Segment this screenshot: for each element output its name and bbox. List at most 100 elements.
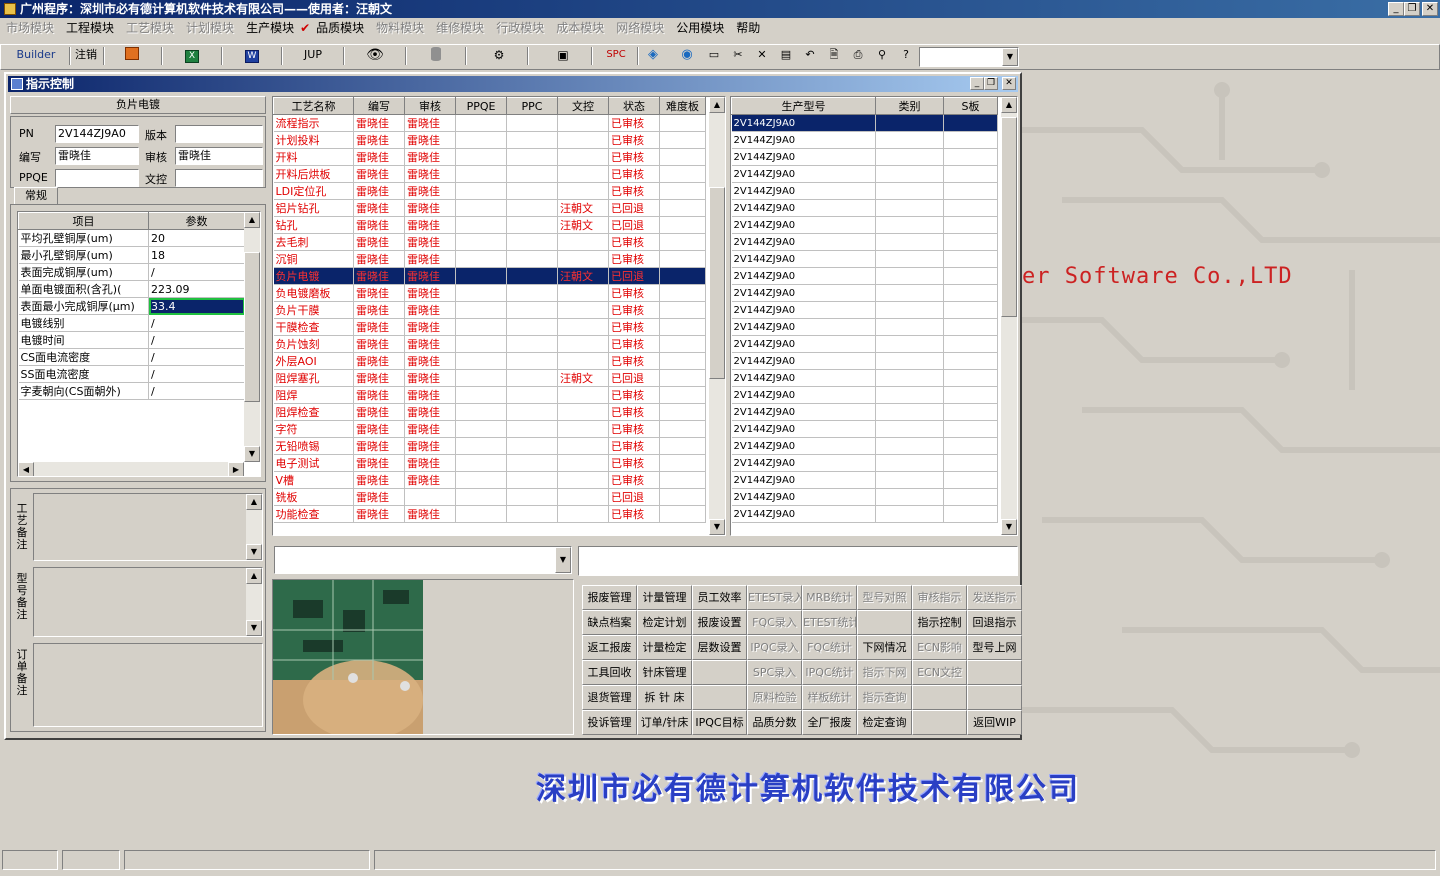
table-row[interactable]: 2V144ZJ9A0 (731, 199, 998, 217)
function-button[interactable]: IPQC录入 (747, 635, 802, 660)
param-header-value[interactable]: 参数 (148, 212, 245, 230)
param-value[interactable]: / (148, 263, 245, 281)
function-button[interactable]: IPQC统计 (802, 660, 857, 685)
param-header-item[interactable]: 项目 (18, 212, 149, 230)
function-button[interactable]: 检定计划 (637, 610, 692, 635)
message-field[interactable] (578, 546, 1018, 576)
table-row[interactable]: 2V144ZJ9A0 (731, 267, 998, 285)
scroll-up-icon[interactable]: ▲ (244, 212, 260, 228)
param-row[interactable]: SS面电流密度 / (18, 365, 245, 383)
param-row[interactable]: 表面最小完成铜厚(μm) 33.4 (18, 297, 245, 315)
function-button[interactable]: 工具回收 (582, 660, 637, 685)
minimize-button[interactable]: _ (1388, 2, 1404, 16)
table-row[interactable]: V槽 雷晓佳 雷晓佳 已审核 (273, 471, 706, 489)
table-row[interactable]: 去毛刺 雷晓佳 雷晓佳 已审核 (273, 233, 706, 251)
preview-icon[interactable]: 🗎 (825, 45, 843, 67)
table-row[interactable]: 2V144ZJ9A0 (731, 352, 998, 370)
table-row[interactable]: 铣板 雷晓佳 已回退 (273, 488, 706, 506)
param-row[interactable]: 单面电镀面积(含孔)(223.09 (18, 280, 245, 298)
order-note-field[interactable] (33, 643, 263, 727)
cube-icon[interactable]: ◈ (643, 45, 663, 67)
param-value[interactable]: / (148, 331, 245, 349)
process-header-4[interactable]: PPC (506, 97, 558, 115)
function-button[interactable] (857, 610, 912, 635)
function-button[interactable]: 报废设置 (692, 610, 747, 635)
function-button[interactable]: 报废管理 (582, 585, 637, 610)
process-header-7[interactable]: 难度板 (659, 97, 706, 115)
function-button[interactable]: 指示查询 (857, 685, 912, 710)
table-row[interactable]: 字符 雷晓佳 雷晓佳 已审核 (273, 420, 706, 438)
param-row[interactable]: CS面电流密度 / (18, 348, 245, 366)
network-icon[interactable]: ⚙ (489, 45, 509, 67)
function-button[interactable]: 下网情况 (857, 635, 912, 660)
param-row[interactable]: 平均孔壁铜厚(um) 20 (18, 229, 245, 247)
function-button[interactable]: 指示下网 (857, 660, 912, 685)
function-button[interactable]: ETEST录入 (747, 585, 802, 610)
function-button[interactable]: 发送指示 (967, 585, 1022, 610)
table-row[interactable]: 铝片钻孔 雷晓佳 雷晓佳 汪朝文 已回退 (273, 199, 706, 217)
table-row[interactable]: 负片干膜 雷晓佳 雷晓佳 已审核 (273, 301, 706, 319)
new-icon[interactable]: ▭ (705, 45, 723, 67)
function-button[interactable]: SPC录入 (747, 660, 802, 685)
table-row[interactable]: 2V144ZJ9A0 (731, 233, 998, 251)
table-row[interactable]: 2V144ZJ9A0 (731, 114, 998, 132)
jup-button[interactable]: JUP (299, 45, 327, 67)
function-button[interactable]: 员工效率 (692, 585, 747, 610)
scroll-down-icon[interactable]: ▼ (1001, 519, 1017, 535)
logout-button[interactable]: 注销 (71, 45, 101, 67)
param-value[interactable]: 33.4 (148, 297, 245, 315)
chevron-down-icon[interactable]: ▼ (555, 547, 571, 573)
function-button[interactable]: 回退指示 (967, 610, 1022, 635)
table-row[interactable]: 2V144ZJ9A0 (731, 488, 998, 506)
table-row[interactable]: 2V144ZJ9A0 (731, 250, 998, 268)
menu-item-9[interactable]: 行政模块 (496, 21, 544, 35)
table-row[interactable]: 2V144ZJ9A0 (731, 318, 998, 336)
function-button[interactable]: IPQC目标 (692, 710, 747, 735)
window-minimize-button[interactable]: _ (970, 77, 984, 90)
process-header-2[interactable]: 审核 (404, 97, 456, 115)
function-button[interactable] (912, 710, 967, 735)
menu-item-5[interactable]: ✔ (300, 21, 310, 35)
table-row[interactable]: 电子测试 雷晓佳 雷晓佳 已审核 (273, 454, 706, 472)
scroll-up-icon[interactable]: ▲ (709, 97, 725, 113)
process-note-field[interactable]: ▲ ▼ (33, 493, 263, 561)
model-header-2[interactable]: S板 (943, 97, 998, 115)
function-button[interactable] (692, 685, 747, 710)
menu-item-0[interactable]: 市场模块 (6, 21, 54, 35)
window-close-button[interactable]: ✕ (1002, 77, 1016, 90)
param-value[interactable]: / (148, 365, 245, 383)
process-header-0[interactable]: 工艺名称 (273, 97, 354, 115)
function-button[interactable]: 返工报废 (582, 635, 637, 660)
table-row[interactable]: 阻焊检查 雷晓佳 雷晓佳 已审核 (273, 403, 706, 421)
function-button[interactable] (967, 660, 1022, 685)
excel-icon[interactable]: X (183, 45, 201, 67)
function-button[interactable]: 原料检验 (747, 685, 802, 710)
table-row[interactable]: 2V144ZJ9A0 (731, 148, 998, 166)
table-row[interactable]: 开料后烘板 雷晓佳 雷晓佳 已审核 (273, 165, 706, 183)
table-row[interactable]: 干膜检查 雷晓佳 雷晓佳 已审核 (273, 318, 706, 336)
function-button[interactable]: ECN影响 (912, 635, 967, 660)
table-row[interactable]: 流程指示 雷晓佳 雷晓佳 已审核 (273, 114, 706, 132)
param-value[interactable]: 223.09 (148, 280, 245, 298)
table-row[interactable]: 外层AOI 雷晓佳 雷晓佳 已审核 (273, 352, 706, 370)
table-row[interactable]: 开料 雷晓佳 雷晓佳 已审核 (273, 148, 706, 166)
cut-icon[interactable]: ✂ (729, 45, 747, 67)
undo-icon[interactable]: ↶ (801, 45, 819, 67)
model-header-0[interactable]: 生产型号 (731, 97, 876, 115)
table-row[interactable]: 无铅喷锡 雷晓佳 雷晓佳 已审核 (273, 437, 706, 455)
table-row[interactable]: 2V144ZJ9A0 (731, 131, 998, 149)
param-value[interactable]: 20 (148, 229, 245, 247)
close-button[interactable]: ✕ (1422, 2, 1438, 16)
menu-item-2[interactable]: 工艺模块 (126, 21, 174, 35)
param-row[interactable]: 电镀线别 / (18, 314, 245, 332)
table-row[interactable]: 2V144ZJ9A0 (731, 182, 998, 200)
function-button[interactable] (912, 685, 967, 710)
window-restore-button[interactable]: ❐ (984, 77, 998, 90)
close-icon[interactable]: ✕ (753, 45, 771, 67)
function-button[interactable]: 计量检定 (637, 635, 692, 660)
function-button[interactable]: 返回WIP (967, 710, 1022, 735)
function-button[interactable]: 审核指示 (912, 585, 967, 610)
model-vscroll[interactable]: ▲ ▼ (1001, 97, 1017, 535)
function-button[interactable]: FQC统计 (802, 635, 857, 660)
scroll-thumb[interactable] (1001, 117, 1017, 317)
